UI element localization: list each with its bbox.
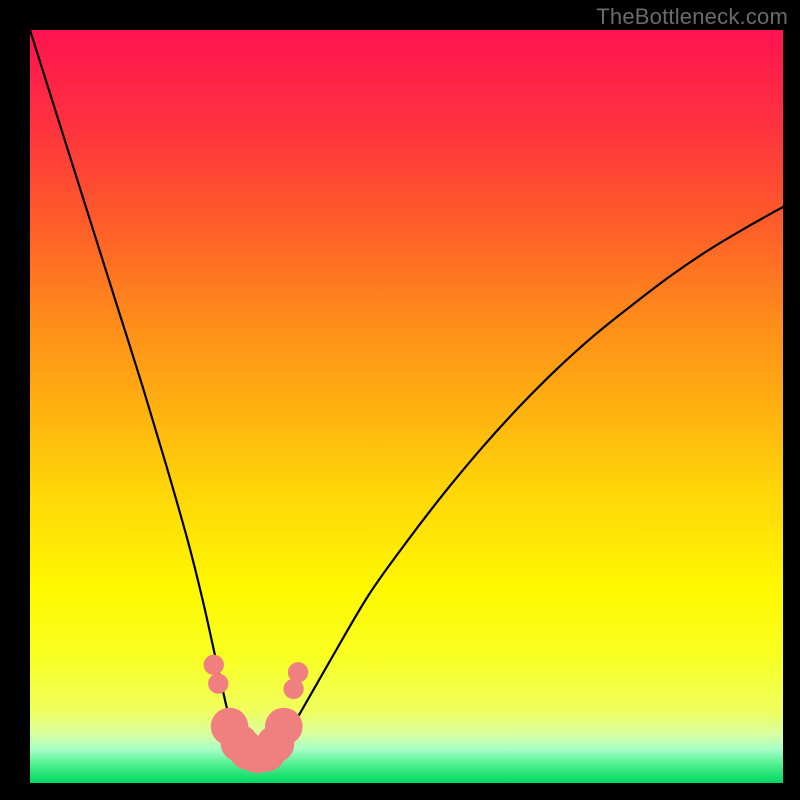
highlight-dot — [208, 673, 228, 693]
highlight-dot — [265, 708, 303, 746]
gradient-background — [30, 30, 783, 783]
watermark-text: TheBottleneck.com — [596, 4, 788, 30]
outer-frame: TheBottleneck.com — [0, 0, 800, 800]
chart-svg — [30, 30, 783, 783]
plot-area — [30, 30, 783, 783]
highlight-dot — [204, 655, 224, 675]
highlight-dot — [288, 662, 308, 682]
